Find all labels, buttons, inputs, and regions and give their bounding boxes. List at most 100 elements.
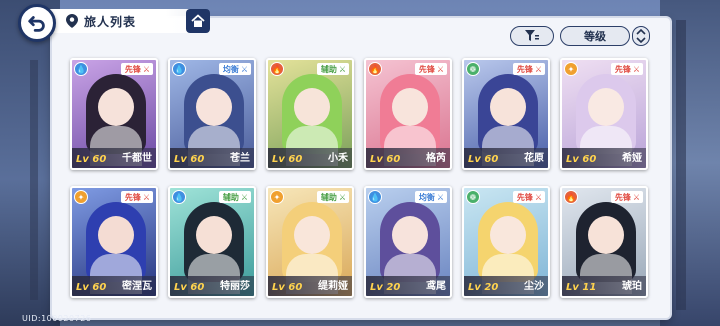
fire-icon: 🔥 [368, 62, 382, 76]
level-label: Lv 20 [370, 282, 401, 293]
filter-button[interactable] [510, 26, 554, 46]
role-tag: 均衡 ⚔ [218, 63, 251, 75]
traveler-name: 鸢尾 [426, 281, 446, 292]
role-tag: 先锋 ⚔ [610, 63, 643, 75]
traveler-name: 苍兰 [230, 153, 250, 164]
sword-icon: ⚔ [240, 192, 248, 202]
water-icon: 💧 [172, 62, 186, 76]
sword-icon: ⚔ [436, 64, 444, 74]
role-label: 辅助 [320, 64, 337, 74]
sort-order-button[interactable] [632, 26, 650, 46]
traveler-card[interactable]: ✦ 先锋 ⚔ Lv 60 希娅 [560, 58, 648, 170]
role-label: 先锋 [124, 64, 141, 74]
portrait-face [98, 88, 134, 126]
sword-icon: ⚔ [142, 192, 150, 202]
portrait-face [294, 88, 330, 126]
light-icon: ✦ [74, 190, 88, 204]
sword-icon: ⚔ [632, 64, 640, 74]
role-label: 先锋 [418, 64, 435, 74]
sword-icon: ⚔ [240, 64, 248, 74]
level-label: Lv 60 [468, 154, 499, 165]
role-tag: 均衡 ⚔ [414, 191, 447, 203]
traveler-name: 希娅 [622, 153, 642, 164]
role-tag: 先锋 ⚔ [610, 191, 643, 203]
traveler-card[interactable]: ✦ 先锋 ⚔ Lv 60 密涅瓦 [70, 186, 158, 298]
portrait-face [98, 216, 134, 254]
light-icon: ✦ [270, 190, 284, 204]
level-label: Lv 60 [272, 282, 303, 293]
level-label: Lv 60 [76, 154, 107, 165]
location-pin-icon [66, 14, 78, 28]
traveler-name: 千都世 [122, 153, 152, 164]
home-icon [191, 14, 205, 27]
role-label: 先锋 [516, 192, 533, 202]
back-arrow-icon [28, 16, 45, 32]
level-label: Lv 60 [174, 154, 205, 165]
traveler-card[interactable]: ❁ 先锋 ⚔ Lv 20 尘沙 [462, 186, 550, 298]
traveler-card[interactable]: ❁ 先锋 ⚔ Lv 60 花原 [462, 58, 550, 170]
traveler-name: 花原 [524, 153, 544, 164]
background-pillar [676, 20, 686, 310]
portrait-face [196, 216, 232, 254]
traveler-name: 格芮 [426, 153, 446, 164]
uid-label: UID:100920726 [22, 314, 92, 323]
traveler-card[interactable]: 💧 先锋 ⚔ Lv 60 千都世 [70, 58, 158, 170]
sword-icon: ⚔ [142, 64, 150, 74]
traveler-card[interactable]: 💧 辅助 ⚔ Lv 60 特丽莎 [168, 186, 256, 298]
portrait-face [294, 216, 330, 254]
role-tag: 先锋 ⚔ [414, 63, 447, 75]
role-label: 均衡 [418, 192, 435, 202]
traveler-name: 琥珀 [622, 281, 642, 292]
role-tag: 先锋 ⚔ [512, 63, 545, 75]
traveler-name: 小禾 [328, 153, 348, 164]
wind-icon: ❁ [466, 190, 480, 204]
sort-button[interactable]: 等级 [560, 26, 630, 46]
role-label: 先锋 [614, 64, 631, 74]
sword-icon: ⚔ [632, 192, 640, 202]
role-label: 先锋 [614, 192, 631, 202]
portrait-face [588, 88, 624, 126]
background-pillar [30, 60, 38, 300]
traveler-name: 特丽莎 [220, 281, 250, 292]
role-tag: 辅助 ⚔ [316, 191, 349, 203]
portrait-face [392, 88, 428, 126]
home-button[interactable] [186, 9, 210, 33]
traveler-card[interactable]: 💧 均衡 ⚔ Lv 20 鸢尾 [364, 186, 452, 298]
traveler-card[interactable]: 🔥 辅助 ⚔ Lv 60 小禾 [266, 58, 354, 170]
traveler-list-panel: 等级 💧 先锋 ⚔ Lv 60 千都世 💧 均衡 ⚔ Lv 60 苍兰 🔥 辅助 ⚔ Lv 60 小禾 🔥 先锋… [52, 18, 670, 318]
traveler-card[interactable]: 🔥 先锋 ⚔ Lv 60 格芮 [364, 58, 452, 170]
back-button[interactable] [18, 4, 56, 42]
traveler-name: 密涅瓦 [122, 281, 152, 292]
level-label: Lv 11 [566, 282, 597, 293]
sort-order-icon [636, 29, 646, 43]
role-tag: 先锋 ⚔ [120, 191, 153, 203]
sword-icon: ⚔ [338, 64, 346, 74]
filter-icon [525, 30, 539, 41]
title-bar: 旅人列表 [46, 9, 206, 33]
portrait-face [588, 216, 624, 254]
role-label: 辅助 [222, 192, 239, 202]
traveler-name: 尘沙 [524, 281, 544, 292]
wind-icon: ❁ [466, 62, 480, 76]
level-label: Lv 60 [566, 154, 597, 165]
level-label: Lv 60 [76, 282, 107, 293]
role-tag: 先锋 ⚔ [512, 191, 545, 203]
sword-icon: ⚔ [534, 64, 542, 74]
role-tag: 先锋 ⚔ [120, 63, 153, 75]
traveler-card[interactable]: 💧 均衡 ⚔ Lv 60 苍兰 [168, 58, 256, 170]
role-tag: 辅助 ⚔ [218, 191, 251, 203]
page-title: 旅人列表 [84, 14, 137, 29]
role-label: 先锋 [124, 192, 141, 202]
traveler-card[interactable]: ✦ 辅助 ⚔ Lv 60 缇莉娅 [266, 186, 354, 298]
traveler-card[interactable]: 🔥 先锋 ⚔ Lv 11 琥珀 [560, 186, 648, 298]
level-label: Lv 60 [272, 154, 303, 165]
background-left [0, 0, 60, 326]
sword-icon: ⚔ [338, 192, 346, 202]
level-label: Lv 60 [370, 154, 401, 165]
level-label: Lv 60 [174, 282, 205, 293]
light-icon: ✦ [564, 62, 578, 76]
sword-icon: ⚔ [534, 192, 542, 202]
portrait-face [392, 216, 428, 254]
water-icon: 💧 [74, 62, 88, 76]
role-label: 均衡 [222, 64, 239, 74]
